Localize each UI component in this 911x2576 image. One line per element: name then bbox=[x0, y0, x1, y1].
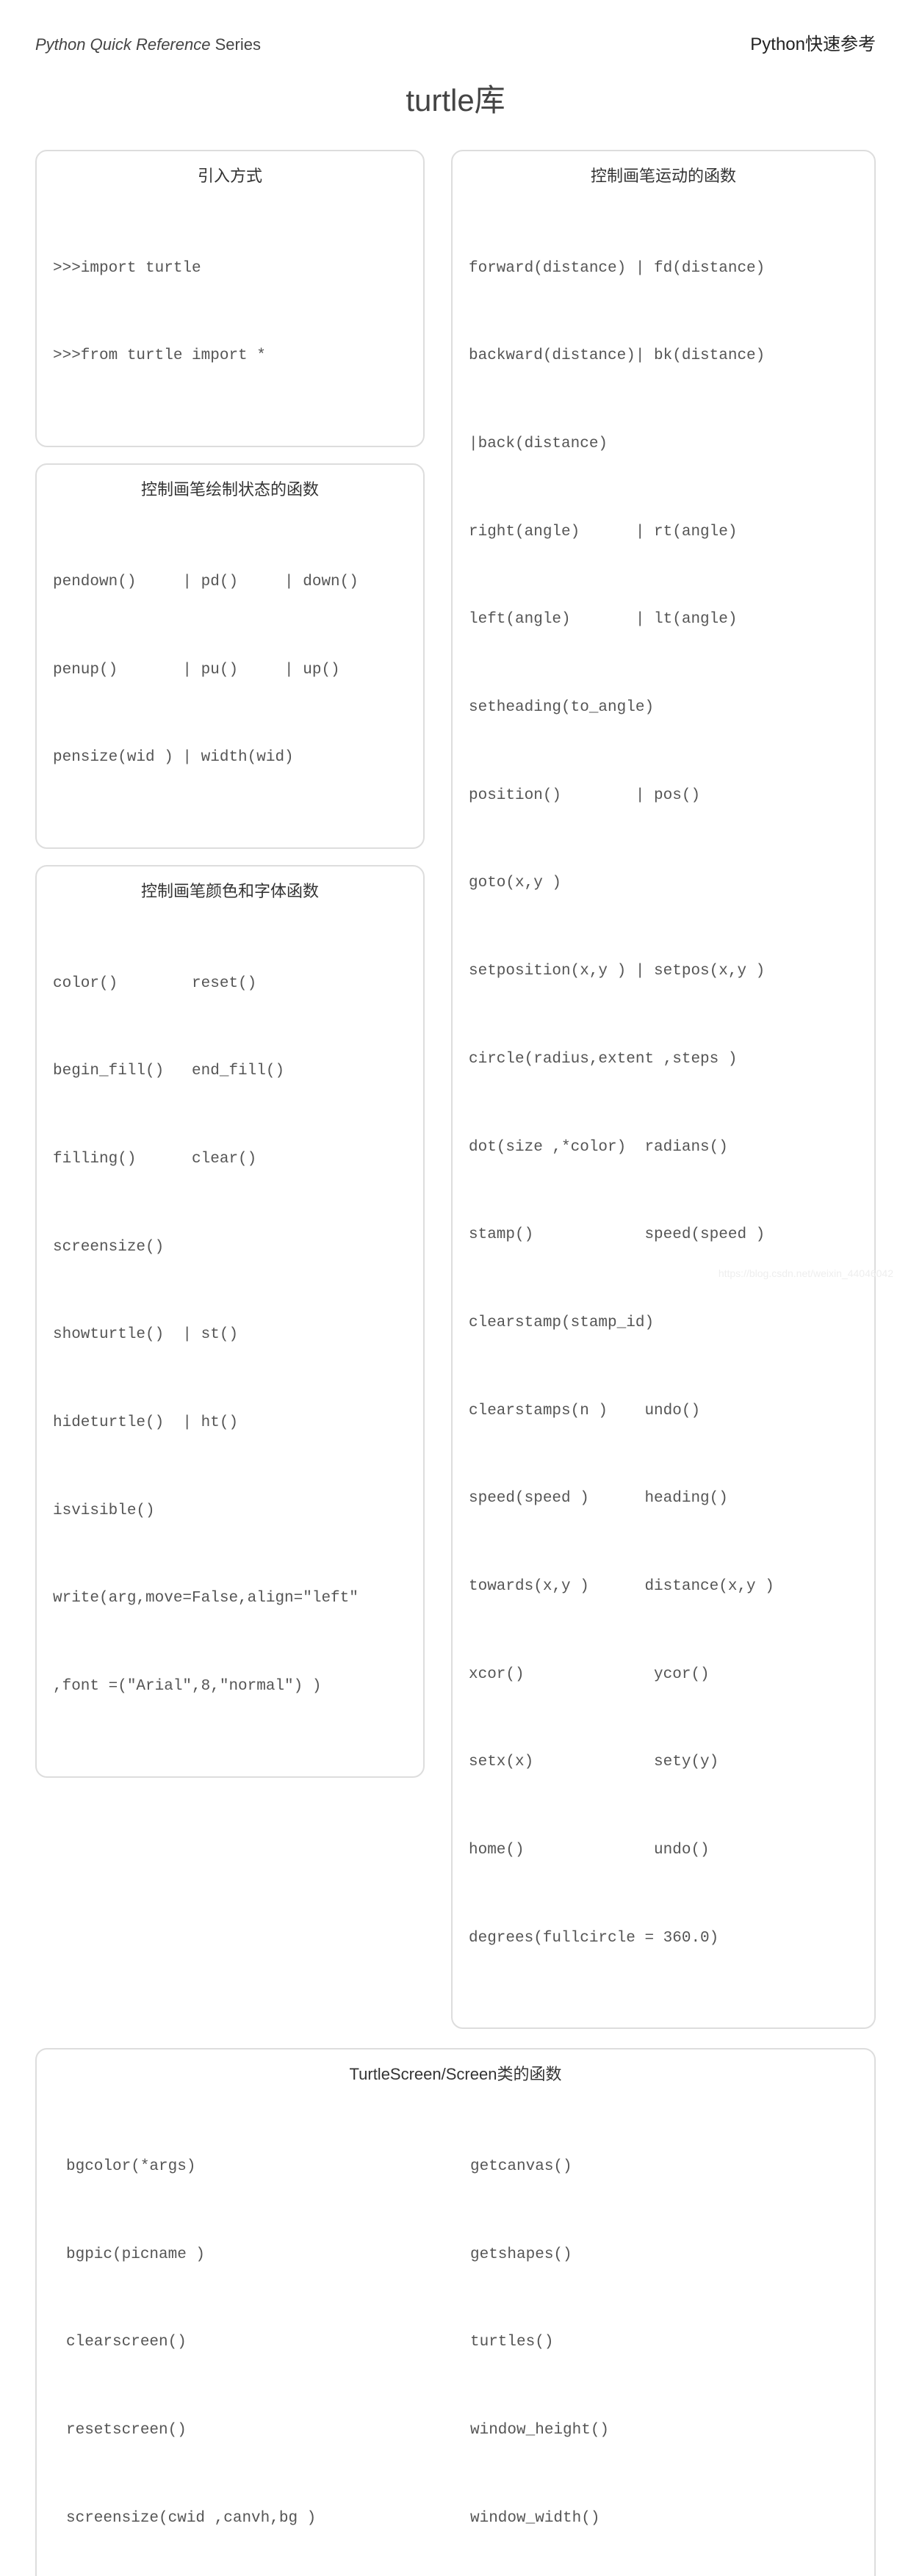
header-left: Python Quick Reference Series bbox=[35, 35, 261, 54]
code-line: speed(speed ) heading() bbox=[469, 1484, 858, 1513]
code-line: dot(size ,*color) radians() bbox=[469, 1133, 858, 1162]
box-color-title: 控制画笔颜色和字体函数 bbox=[53, 878, 407, 902]
box-screen-left: bgcolor(*args) bgpic(picname ) clearscre… bbox=[66, 2094, 441, 2576]
code-line: circle(radius,extent ,steps ) bbox=[469, 1045, 858, 1074]
box-penstate-title: 控制画笔绘制状态的函数 bbox=[53, 477, 407, 500]
box-motion: 控制画笔运动的函数 forward(distance) | fd(distanc… bbox=[451, 150, 876, 2029]
code-line: bgpic(picname ) bbox=[66, 2240, 441, 2270]
code-line: >>>from turtle import * bbox=[53, 341, 407, 371]
code-line: pensize(wid ) | width(wid) bbox=[53, 743, 407, 773]
code-line: screensize(cwid ,canvh,bg ) bbox=[66, 2504, 441, 2533]
code-line: setheading(to_angle) bbox=[469, 693, 858, 723]
header-right: Python快速参考 bbox=[750, 29, 876, 55]
code-line: clearscreen() bbox=[66, 2328, 441, 2357]
page-header: Python Quick Reference Series Python快速参考 bbox=[35, 29, 876, 55]
code-line: forward(distance) | fd(distance) bbox=[469, 254, 858, 283]
header-left-plain: Series bbox=[210, 35, 260, 54]
box-motion-body: forward(distance) | fd(distance) backwar… bbox=[469, 195, 858, 2011]
code-line: getshapes() bbox=[470, 2240, 845, 2270]
box-import: 引入方式 >>>import turtle >>>from turtle imp… bbox=[35, 150, 425, 447]
code-line: penup() | pu() | up() bbox=[53, 656, 407, 685]
page-title: turtle库 bbox=[35, 76, 876, 120]
code-line: screensize() bbox=[53, 1233, 407, 1262]
code-line: towards(x,y ) distance(x,y ) bbox=[469, 1572, 858, 1602]
code-line: resetscreen() bbox=[66, 2416, 441, 2445]
code-line: showturtle() | st() bbox=[53, 1320, 407, 1350]
code-line: turtles() bbox=[470, 2328, 845, 2357]
box-screen-title: TurtleScreen/Screen类的函数 bbox=[66, 2061, 845, 2085]
code-line: home() undo() bbox=[469, 1836, 858, 1865]
header-left-italic: Python Quick Reference bbox=[35, 35, 210, 54]
code-line: hideturtle() | ht() bbox=[53, 1408, 407, 1438]
code-line: goto(x,y ) bbox=[469, 869, 858, 898]
code-line: ,font =("Arial",8,"normal") ) bbox=[53, 1672, 407, 1701]
code-line: position() | pos() bbox=[469, 781, 858, 811]
box-color: 控制画笔颜色和字体函数 color() reset() begin_fill()… bbox=[35, 865, 425, 1778]
code-line: left(angle) | lt(angle) bbox=[469, 605, 858, 634]
code-line: clearstamp(stamp_id) bbox=[469, 1309, 858, 1338]
box-import-body: >>>import turtle >>>from turtle import * bbox=[53, 195, 407, 430]
code-line: write(arg,move=False,align="left" bbox=[53, 1584, 407, 1613]
code-line: stamp() speed(speed ) bbox=[469, 1220, 858, 1250]
code-line: window_width() bbox=[470, 2504, 845, 2533]
code-line: getcanvas() bbox=[470, 2152, 845, 2182]
box-screen-right: getcanvas() getshapes() turtles() window… bbox=[470, 2094, 845, 2576]
code-line: clearstamps(n ) undo() bbox=[469, 1397, 858, 1426]
box-penstate-body: pendown() | pd() | down() penup() | pu()… bbox=[53, 509, 407, 831]
code-line: xcor() ycor() bbox=[469, 1660, 858, 1690]
code-line: begin_fill() end_fill() bbox=[53, 1057, 407, 1086]
code-line: filling() clear() bbox=[53, 1145, 407, 1174]
code-line: setposition(x,y ) | setpos(x,y ) bbox=[469, 957, 858, 986]
code-line: backward(distance)| bk(distance) bbox=[469, 341, 858, 371]
code-line: isvisible() bbox=[53, 1497, 407, 1526]
code-line: degrees(fullcircle = 360.0) bbox=[469, 1924, 858, 1953]
box-motion-title: 控制画笔运动的函数 bbox=[469, 163, 858, 187]
box-color-body: color() reset() begin_fill() end_fill() … bbox=[53, 911, 407, 1760]
code-line: right(angle) | rt(angle) bbox=[469, 518, 858, 547]
box-penstate: 控制画笔绘制状态的函数 pendown() | pd() | down() pe… bbox=[35, 463, 425, 849]
code-line: >>>import turtle bbox=[53, 254, 407, 283]
code-line: |back(distance) bbox=[469, 430, 858, 459]
code-line: pendown() | pd() | down() bbox=[53, 568, 407, 597]
box-import-title: 引入方式 bbox=[53, 163, 407, 187]
box-screen: TurtleScreen/Screen类的函数 bgcolor(*args) b… bbox=[35, 2048, 876, 2576]
code-line: bgcolor(*args) bbox=[66, 2152, 441, 2182]
code-line: window_height() bbox=[470, 2416, 845, 2445]
watermark: https://blog.csdn.net/weixin_44046042 bbox=[719, 1267, 893, 1279]
code-line: color() reset() bbox=[53, 969, 407, 999]
code-line: setx(x) sety(y) bbox=[469, 1748, 858, 1777]
